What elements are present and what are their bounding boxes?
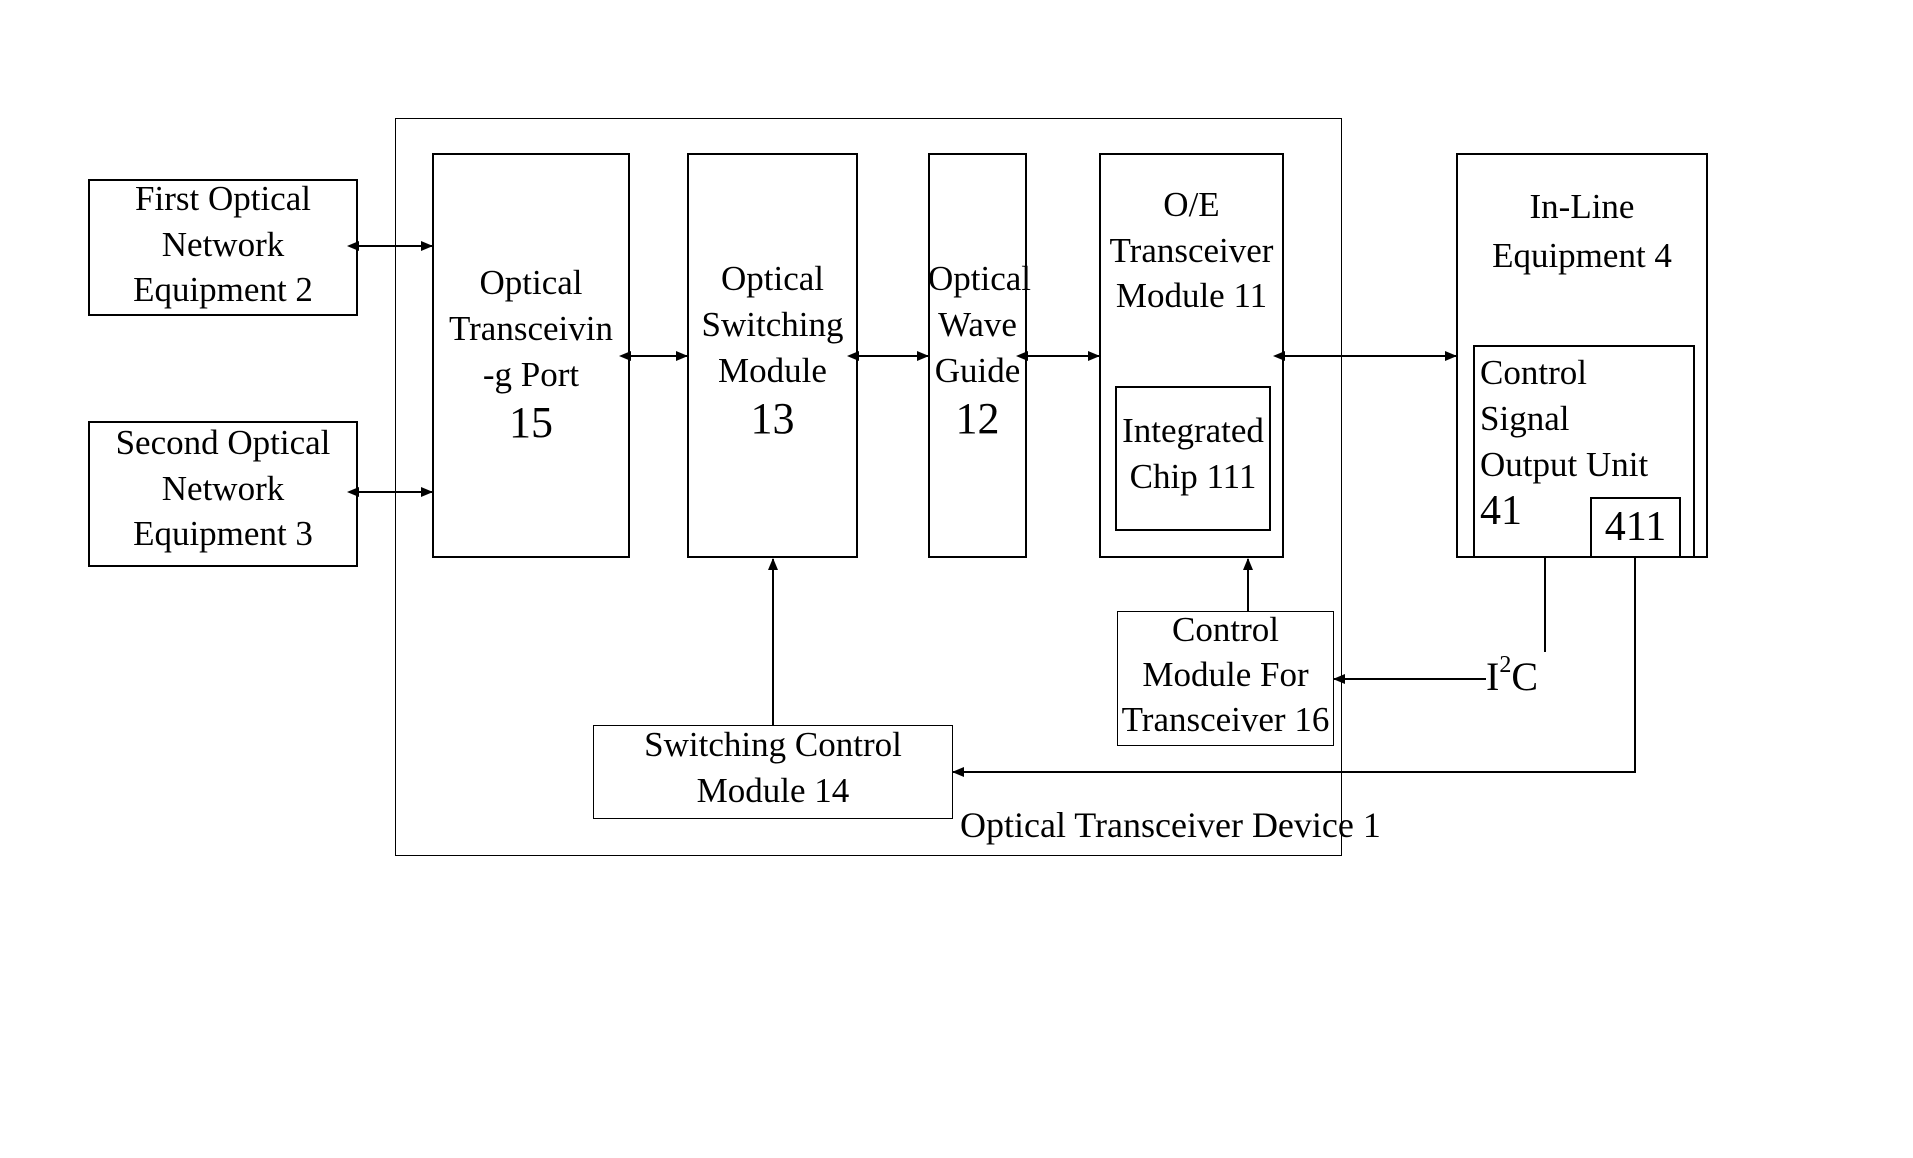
device-label: Optical Transceiver Device 1: [960, 805, 1381, 845]
port-label: Optical Transceivin -g Port 15: [432, 260, 630, 447]
wave-guide-line: Wave: [938, 305, 1017, 345]
switching-control-label: Switching Control Module 14: [593, 722, 953, 813]
wave-guide-label: Optical Wave Guide 12: [928, 256, 1032, 443]
signal-unit-line: Signal: [1480, 399, 1570, 439]
wave-guide-line: Optical: [928, 259, 1032, 298]
first-equipment-line: Equipment 2: [133, 270, 313, 309]
port-line: Transceivin: [449, 309, 613, 349]
switching-control-line: Switching Control: [644, 725, 902, 764]
switching-line: Optical: [720, 259, 825, 298]
signal-unit-line: Control: [1480, 353, 1587, 392]
oe-line: Module 11: [1115, 276, 1268, 315]
i2c-label: I2C: [1486, 652, 1546, 699]
switching-line: Switching: [701, 305, 844, 345]
port-number: 15: [509, 397, 553, 447]
block-diagram: Optical Transceiver Device 1 First Optic…: [0, 0, 1913, 1158]
wave-guide-number: 12: [955, 393, 1000, 443]
first-equipment-label: First Optical Network Equipment 2: [88, 176, 358, 313]
wave-guide-line: Guide: [934, 351, 1021, 391]
in-line-line: Equipment 4: [1492, 236, 1672, 275]
in-line-equipment-label: In-Line Equipment 4: [1456, 182, 1708, 280]
oe-line: Transceiver: [1109, 230, 1274, 270]
second-equipment-label: Second Optical Network Equipment 3: [88, 420, 358, 557]
signal-unit-line: Output Unit: [1480, 445, 1649, 485]
switching-control-line: Module 14: [696, 770, 850, 810]
control-module-line: Control: [1172, 610, 1279, 649]
chip-line: Integrated: [1122, 411, 1264, 450]
chip-line: Chip 111: [1129, 457, 1257, 497]
oe-module-label: O/E Transceiver Module 11: [1099, 182, 1284, 319]
second-equipment-line: Second Optical: [115, 423, 331, 462]
switching-number: 13: [750, 393, 795, 443]
oe-line: O/E: [1163, 185, 1220, 224]
control-module-line: Transceiver 16: [1121, 699, 1330, 739]
control-module-line: Module For: [1142, 654, 1309, 694]
first-equipment-line: Network: [161, 224, 285, 264]
second-equipment-line: Equipment 3: [133, 514, 313, 553]
chip-label: Integrated Chip 111: [1115, 408, 1271, 500]
port-line: -g Port: [482, 355, 580, 395]
i2c-base: C: [1511, 654, 1539, 699]
control-module-label: Control Module For Transceiver 16: [1117, 608, 1334, 742]
first-equipment-line: First Optical: [135, 179, 311, 218]
switching-module-label: Optical Switching Module 13: [687, 256, 858, 443]
port-line: Optical: [479, 263, 583, 302]
i2c-sup: 2: [1499, 652, 1512, 678]
i2c-base: I: [1486, 654, 1500, 699]
switching-line: Module: [718, 351, 827, 391]
sub-unit-label: 411: [1604, 504, 1667, 550]
in-line-line: In-Line: [1529, 187, 1635, 226]
second-equipment-line: Network: [161, 468, 285, 508]
